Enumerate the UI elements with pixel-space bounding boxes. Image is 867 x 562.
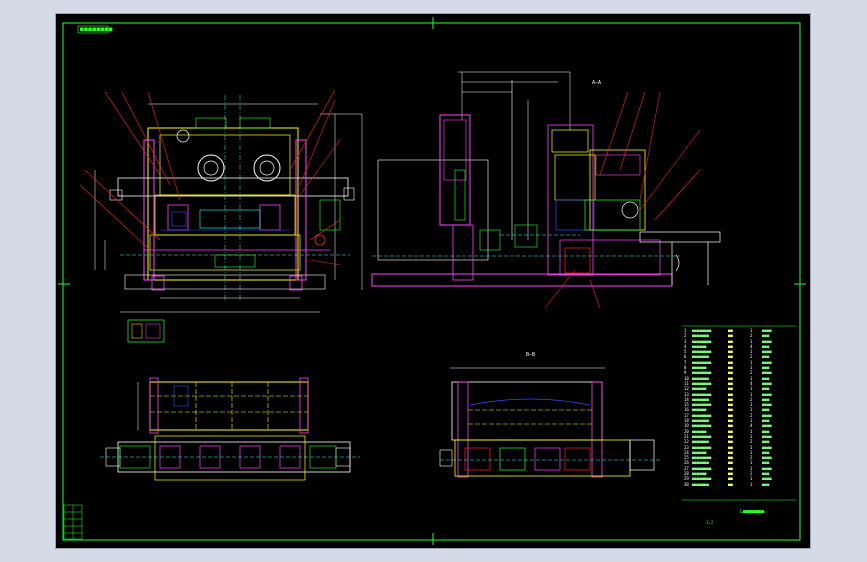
section-label-top-right: A—A — [592, 80, 602, 86]
plan-view-right — [439, 367, 660, 478]
plan-view-left — [100, 377, 360, 481]
part-mat: ■■■ — [762, 481, 770, 487]
part-list-row: 30 ■■■■■■■ ■■ 1 ■■■ — [684, 482, 794, 487]
part-qty: 1 — [750, 481, 753, 487]
part-no: 30 — [684, 481, 689, 487]
scale-note: 1:2 — [706, 520, 714, 525]
part-list-table: 1 ■■■■■■■■ ■■ 1 ■■■■ 2 ■■■■■■■ ■■ 2 ■■■ 3 ■■■■■■■■ ■… — [684, 328, 794, 487]
front-view — [79, 89, 363, 313]
part-code: ■■ — [728, 481, 733, 487]
detail-view — [127, 319, 165, 343]
part-name: ■■■■■■■ — [692, 481, 709, 487]
tech-note: L■■■■■■■ — [740, 509, 765, 515]
title-tag: ■■■■■■■■ — [80, 26, 113, 33]
section-label-bottom-right: B—B — [526, 352, 536, 358]
side-view — [371, 71, 721, 309]
revision-block — [63, 504, 83, 540]
